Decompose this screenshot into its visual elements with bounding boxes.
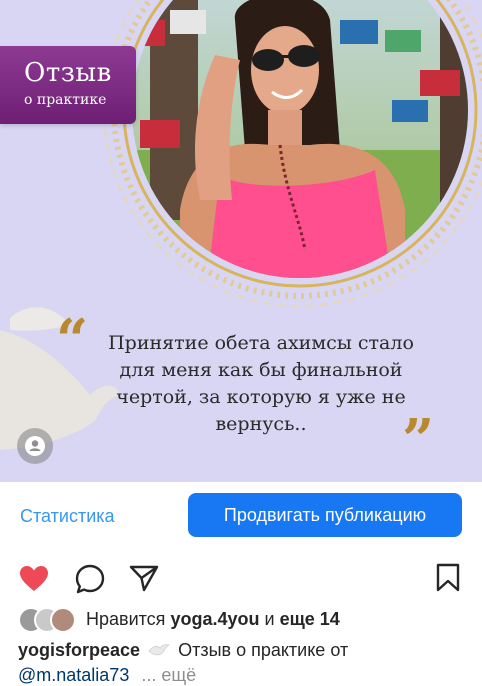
comment-icon[interactable] [75, 564, 105, 599]
caption-text: Отзыв о практике от [178, 640, 349, 660]
caption-username[interactable]: yogisforpeace [18, 640, 140, 660]
user-tag-button[interactable] [17, 428, 53, 464]
post-image[interactable]: Отзыв о практике “ Принятие обета ахимсы… [0, 0, 482, 482]
share-icon[interactable] [129, 564, 159, 597]
open-quote-icon: “ [56, 307, 89, 373]
post-caption: yogisforpeace Отзыв о практике от [18, 640, 348, 661]
promote-post-button[interactable]: Продвигать публикацию [188, 493, 462, 537]
statistics-link[interactable]: Статистика [20, 506, 115, 527]
person-icon [25, 436, 45, 456]
likes-prefix: Нравится [86, 609, 166, 629]
bookmark-icon[interactable] [436, 563, 460, 598]
badge-subtitle: о практике [24, 92, 107, 108]
likes-connector: и [264, 609, 275, 629]
liker-username[interactable]: yoga.4you [170, 609, 259, 629]
close-quote-icon: ” [402, 407, 435, 473]
caption-continued: @m.natalia73 ... ещё [18, 665, 196, 686]
avatar [50, 607, 76, 633]
heart-icon[interactable] [19, 565, 49, 598]
badge-title: Отзыв [24, 58, 112, 88]
caption-more-link[interactable]: ... ещё [141, 665, 196, 685]
caption-mention[interactable]: @m.natalia73 [18, 665, 129, 685]
quote-text: Принятие обета ахимсы стало для меня как… [108, 332, 414, 435]
likes-others-count[interactable]: еще 14 [280, 609, 340, 629]
review-badge: Отзыв о практике [0, 46, 136, 124]
dove-icon [148, 644, 170, 656]
likes-summary[interactable]: Нравится yoga.4you и еще 14 [86, 609, 340, 630]
